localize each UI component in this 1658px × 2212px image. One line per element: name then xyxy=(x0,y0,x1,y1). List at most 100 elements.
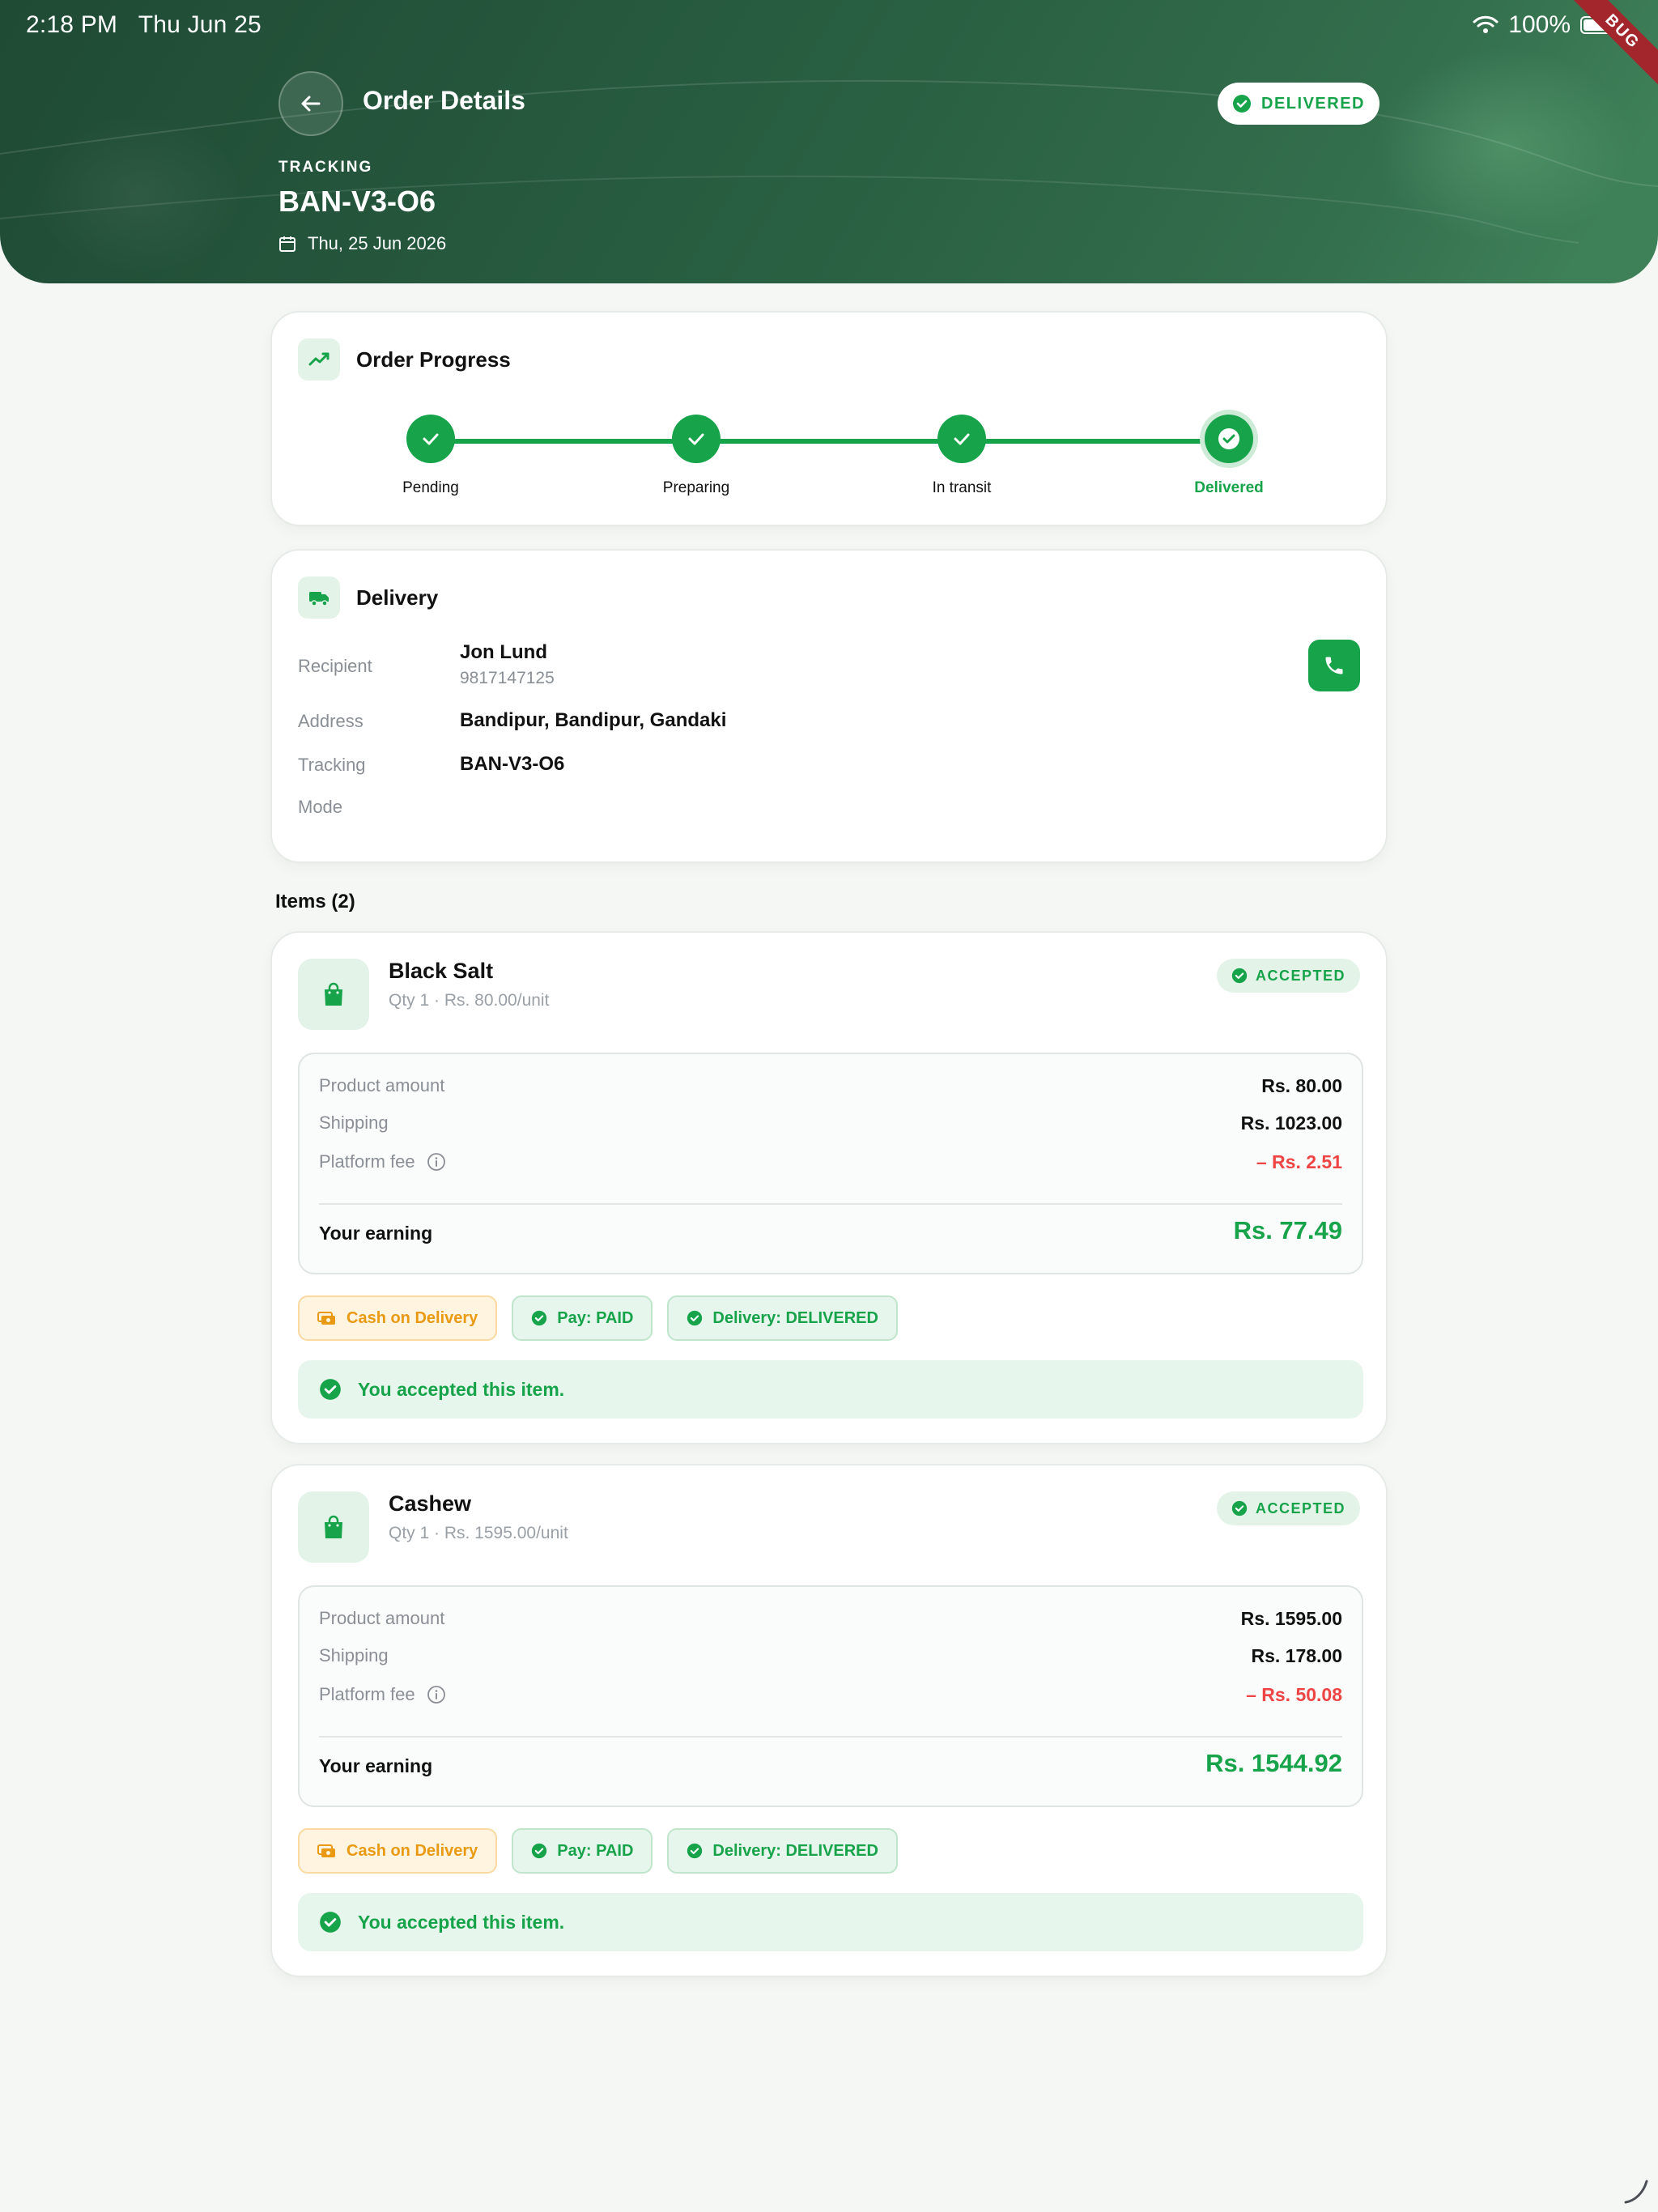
tracking-id: BAN-V3-O6 xyxy=(278,185,436,218)
item-card: Black Salt Qty 1 · Rs. 80.00/unit ACCEPT… xyxy=(270,931,1388,1444)
shipping-label: Shipping xyxy=(319,1112,389,1134)
payment-method-chip: Cash on Delivery xyxy=(298,1828,498,1874)
accepted-banner: You accepted this item. xyxy=(298,1893,1363,1951)
platform-fee-label-text: Platform fee xyxy=(319,1151,415,1172)
tracking-row-value: BAN-V3-O6 xyxy=(460,753,565,775)
item-status-badge: ACCEPTED xyxy=(1216,1491,1360,1525)
check-icon xyxy=(423,433,439,445)
delivery-status-chip: Delivery: DELIVERED xyxy=(667,1295,898,1341)
shipping-value: Rs. 1023.00 xyxy=(1240,1112,1342,1134)
info-icon[interactable] xyxy=(427,1152,446,1172)
check-circle-icon xyxy=(687,1310,703,1326)
status-date-text: Thu Jun 25 xyxy=(138,11,261,38)
item-thumbnail xyxy=(298,959,369,1030)
platform-fee-label-text: Platform fee xyxy=(319,1684,415,1704)
product-amount-label: Product amount xyxy=(319,1075,444,1096)
step-label: In transit xyxy=(932,479,992,496)
step-in-transit-circle xyxy=(937,415,986,463)
address-value: Bandipur, Bandipur, Gandaki xyxy=(460,709,727,731)
product-amount-value: Rs. 1595.00 xyxy=(1240,1608,1342,1629)
earning-value: Rs. 77.49 xyxy=(1233,1216,1342,1244)
step-label-current: Delivered xyxy=(1194,479,1264,496)
shopping-bag-icon xyxy=(325,1515,342,1538)
shipping-label-text: Shipping xyxy=(319,1645,389,1665)
breakdown-divider xyxy=(319,1203,1342,1205)
item-chips: Cash on Delivery Pay: PAID Delivery: DEL… xyxy=(298,1828,898,1874)
item-qty-price: Qty 1 · Rs. 1595.00/unit xyxy=(389,1524,568,1542)
address-label: Address xyxy=(298,711,363,731)
check-circle-icon xyxy=(1231,968,1248,984)
calendar-icon xyxy=(279,236,295,252)
item-status-badge: ACCEPTED xyxy=(1216,959,1360,993)
delivery-status-text: Delivery: DELIVERED xyxy=(712,1841,878,1860)
product-amount-value: Rs. 80.00 xyxy=(1261,1075,1342,1096)
price-breakdown: Product amount Rs. 80.00 Shipping Rs. 10… xyxy=(298,1053,1363,1274)
order-progress-card: Order Progress Pending Preparing In tran… xyxy=(270,311,1388,526)
payment-method-text: Cash on Delivery xyxy=(346,1308,478,1327)
pay-status-chip: Pay: PAID xyxy=(512,1295,653,1341)
delivery-header: Delivery xyxy=(298,576,438,619)
step-delivered-circle xyxy=(1205,415,1253,463)
pay-status-text: Pay: PAID xyxy=(557,1841,634,1860)
pay-status-text: Pay: PAID xyxy=(557,1308,634,1327)
delivery-status-chip: Delivery: DELIVERED xyxy=(667,1828,898,1874)
platform-fee-label: Platform fee xyxy=(319,1684,446,1705)
platform-fee-value: – Rs. 2.51 xyxy=(1256,1151,1342,1172)
check-circle-icon xyxy=(1233,95,1252,113)
check-circle-icon xyxy=(320,1379,341,1400)
step-pending-circle xyxy=(406,415,455,463)
scroll-indicator-icon xyxy=(1624,2180,1648,2204)
recipient-name: Jon Lund xyxy=(460,641,547,663)
earning-label: Your earning xyxy=(319,1223,433,1244)
item-name: Cashew xyxy=(389,1491,472,1516)
order-status-text: DELIVERED xyxy=(1261,94,1365,113)
shipping-label-text: Shipping xyxy=(319,1112,389,1133)
progress-line xyxy=(431,439,1229,444)
check-icon xyxy=(688,433,704,445)
delivery-status-text: Delivery: DELIVERED xyxy=(712,1308,878,1327)
progress-stepper: Pending Preparing In transit Delivered xyxy=(272,313,1386,525)
info-icon[interactable] xyxy=(427,1685,446,1704)
back-button[interactable] xyxy=(278,71,343,136)
call-button[interactable] xyxy=(1308,640,1360,691)
mode-label: Mode xyxy=(298,797,343,817)
tracking-row-label: Tracking xyxy=(298,755,366,775)
status-bar: 2:18 PM Thu Jun 25 100% xyxy=(0,0,1658,52)
shipping-value: Rs. 178.00 xyxy=(1251,1645,1342,1666)
battery-percent: 100% xyxy=(1508,11,1571,38)
item-thumbnail xyxy=(298,1491,369,1563)
earning-label: Your earning xyxy=(319,1755,433,1776)
check-circle-icon xyxy=(532,1310,547,1326)
cash-icon xyxy=(317,1844,335,1857)
delivery-title: Delivery xyxy=(356,585,439,610)
status-time-text: 2:18 PM xyxy=(26,11,118,38)
items-heading: Items (2) xyxy=(275,891,355,912)
status-time: 2:18 PM Thu Jun 25 xyxy=(26,11,261,39)
delivery-card: Delivery Recipient Jon Lund 9817147125 A… xyxy=(270,549,1388,863)
truck-icon xyxy=(298,576,340,619)
back-arrow-icon xyxy=(301,96,321,112)
check-circle-icon xyxy=(320,1912,341,1933)
product-amount-label-text: Product amount xyxy=(319,1608,445,1628)
item-status-text: ACCEPTED xyxy=(1255,967,1346,984)
item-status-text: ACCEPTED xyxy=(1255,1499,1346,1516)
payment-method-chip: Cash on Delivery xyxy=(298,1295,498,1341)
order-date-text: Thu, 25 Jun 2026 xyxy=(308,233,447,253)
item-card: Cashew Qty 1 · Rs. 1595.00/unit ACCEPTED… xyxy=(270,1464,1388,1977)
product-amount-label: Product amount xyxy=(319,1608,444,1629)
accepted-banner: You accepted this item. xyxy=(298,1360,1363,1419)
item-name: Black Salt xyxy=(389,959,494,983)
earning-value: Rs. 1544.92 xyxy=(1205,1749,1342,1777)
cash-icon xyxy=(317,1312,335,1325)
check-icon xyxy=(954,433,970,445)
order-status-badge: DELIVERED xyxy=(1218,83,1380,125)
tracking-label: TRACKING xyxy=(278,159,373,176)
step-label: Preparing xyxy=(662,479,730,496)
check-circle-icon xyxy=(1231,1500,1248,1516)
check-circle-icon xyxy=(532,1843,547,1859)
accepted-message: You accepted this item. xyxy=(358,1911,565,1933)
shipping-label: Shipping xyxy=(319,1645,389,1666)
recipient-label: Recipient xyxy=(298,656,372,676)
platform-fee-value: – Rs. 50.08 xyxy=(1246,1684,1342,1705)
payment-method-text: Cash on Delivery xyxy=(346,1841,478,1860)
